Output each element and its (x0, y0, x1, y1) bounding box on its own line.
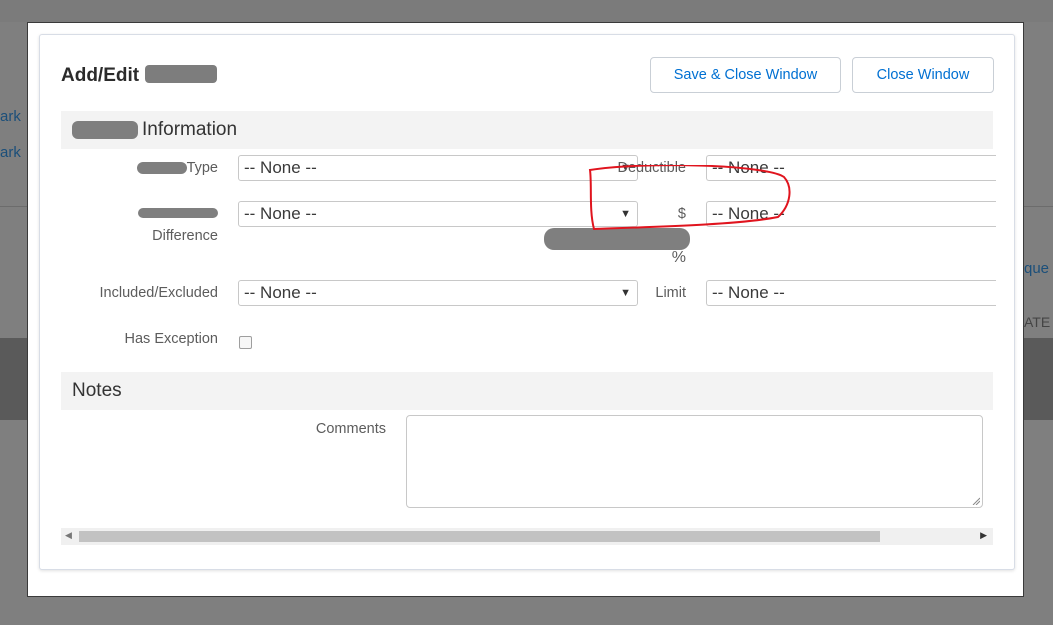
background-link-2: ark (0, 144, 21, 161)
included-excluded-select[interactable]: -- None -- ▼ (238, 280, 638, 306)
background-text-right-2: ATE (1024, 314, 1051, 330)
has-exception-checkbox[interactable] (239, 336, 252, 349)
save-close-button[interactable]: Save & Close Window (650, 57, 841, 93)
horizontal-scrollbar[interactable]: ◀ ▶ (61, 528, 993, 545)
notes-section-title: Notes (72, 380, 122, 401)
background-dark-band-right (1024, 338, 1053, 420)
information-section-header: Information (61, 111, 993, 149)
comments-textarea[interactable] (406, 415, 983, 508)
background-divider (0, 206, 28, 207)
annotation-circle (588, 165, 791, 231)
included-excluded-label: Included/Excluded (99, 285, 219, 301)
type-label-text: Type (186, 160, 218, 176)
scrollbar-thumb[interactable] (79, 531, 880, 542)
notes-section-header: Notes (61, 372, 993, 410)
included-excluded-value: -- None -- (244, 283, 317, 302)
difference-label-redacted (120, 205, 218, 221)
modal-title-text: Add/Edit (61, 65, 140, 86)
background-divider (1024, 206, 1053, 207)
comments-label: Comments (315, 421, 386, 437)
percent-label: % (671, 249, 686, 266)
modal-panel: Add/Edit Save & Close Window Close Windo… (39, 34, 1015, 570)
scroll-right-icon[interactable]: ▶ (980, 530, 987, 541)
modal-title: Add/Edit (61, 64, 218, 87)
has-exception-label: Has Exception (124, 331, 219, 347)
type-select-value: -- None -- (244, 158, 317, 177)
difference-select[interactable]: -- None -- ▼ (238, 201, 638, 227)
difference-label: Difference (152, 228, 218, 244)
redacted-text (138, 208, 218, 219)
background-dark-band-left (0, 338, 28, 420)
limit-input[interactable]: -- None -- (706, 280, 996, 306)
difference-select-value: -- None -- (244, 204, 317, 223)
redacted-text (145, 64, 218, 83)
information-section-title: Information (142, 119, 238, 140)
type-select[interactable]: -- None -- ▼ (238, 155, 638, 181)
scroll-left-icon[interactable]: ◀ (65, 530, 72, 541)
resize-grip-icon[interactable] (972, 497, 980, 505)
redacted-text (136, 162, 187, 175)
type-label: Type (100, 160, 218, 176)
limit-label: Limit (655, 285, 686, 301)
close-window-button[interactable]: Close Window (852, 57, 994, 93)
limit-value: -- None -- (712, 283, 785, 302)
background-link-1: ark (0, 108, 21, 125)
background-text-right-1: que (1024, 260, 1050, 277)
modal-window: Add/Edit Save & Close Window Close Windo… (27, 22, 1024, 597)
redacted-text (72, 121, 138, 139)
dropdown-arrow-icon: ▼ (620, 287, 631, 299)
